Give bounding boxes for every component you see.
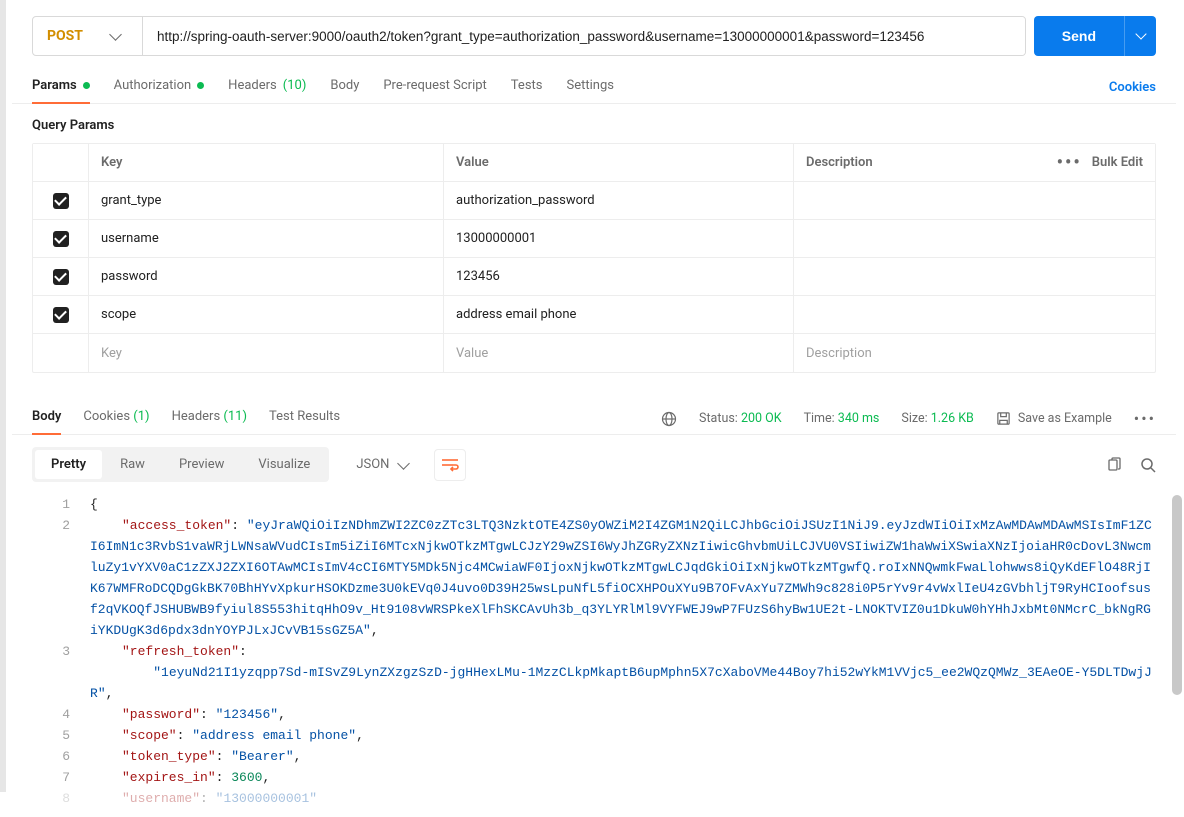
checkbox-icon[interactable] (53, 193, 69, 209)
time-label: Time: 340 ms (804, 411, 880, 426)
request-tabs: Params Authorization Headers (10) Body P… (12, 64, 1176, 104)
resp-tab-cookies[interactable]: Cookies (1) (83, 403, 149, 434)
cookies-link[interactable]: Cookies (1109, 80, 1156, 95)
tab-params[interactable]: Params (32, 72, 90, 103)
tab-tests[interactable]: Tests (511, 72, 543, 103)
left-sidebar-rail (0, 0, 6, 792)
tab-headers[interactable]: Headers (10) (228, 72, 306, 103)
disk-icon (996, 411, 1011, 426)
table-row[interactable]: password 123456 (33, 258, 1155, 296)
tab-body[interactable]: Body (330, 72, 359, 103)
tab-authorization[interactable]: Authorization (114, 72, 205, 103)
params-table: Key Value Description ••• Bulk Edit gran… (32, 143, 1156, 373)
resp-tab-test-results[interactable]: Test Results (269, 403, 340, 434)
tab-settings[interactable]: Settings (567, 72, 614, 103)
status-dot-icon (83, 82, 90, 89)
tab-prerequest-script[interactable]: Pre-request Script (383, 72, 486, 103)
checkbox-icon[interactable] (53, 307, 69, 323)
vertical-scrollbar[interactable] (1172, 495, 1182, 695)
query-params-title: Query Params (12, 104, 1176, 143)
col-value: Value (444, 144, 794, 181)
table-row-empty[interactable]: Key Value Description (33, 334, 1155, 372)
http-method-select[interactable]: POST (33, 17, 143, 55)
send-button[interactable]: Send (1034, 16, 1124, 56)
globe-icon[interactable] (661, 411, 677, 427)
view-raw[interactable]: Raw (104, 450, 161, 479)
col-description: Description (794, 144, 1045, 181)
table-row[interactable]: username 13000000001 (33, 220, 1155, 258)
copy-icon[interactable] (1106, 457, 1122, 473)
view-visualize[interactable]: Visualize (242, 450, 326, 479)
more-icon[interactable]: ••• (1134, 409, 1156, 428)
chevron-down-icon (111, 33, 121, 39)
send-button-group: Send (1034, 16, 1156, 56)
response-body-code[interactable]: 1{ 2"access_token": "eyJraWQiOiIzNDhmZWI… (12, 494, 1176, 817)
method-url-group: POST (32, 16, 1026, 56)
request-url-input[interactable] (143, 17, 1025, 55)
table-row[interactable]: grant_type authorization_password (33, 182, 1155, 220)
http-method-label: POST (47, 28, 83, 44)
params-table-header: Key Value Description ••• Bulk Edit (33, 144, 1155, 182)
status-dot-icon (197, 82, 204, 89)
view-mode-tabs: Pretty Raw Preview Visualize (32, 447, 329, 482)
response-tabs: Body Cookies (1) Headers (11) Test Resul… (12, 403, 1176, 435)
view-pretty[interactable]: Pretty (35, 450, 102, 479)
checkbox-icon[interactable] (53, 231, 69, 247)
bulk-edit-button[interactable]: Bulk Edit (1092, 155, 1143, 170)
request-bar: POST Send (12, 8, 1176, 64)
checkbox-icon[interactable] (53, 269, 69, 285)
view-preview[interactable]: Preview (163, 450, 240, 479)
save-as-example-button[interactable]: Save as Example (996, 411, 1112, 426)
resp-tab-body[interactable]: Body (32, 403, 61, 434)
more-icon[interactable]: ••• (1057, 152, 1082, 173)
wrap-lines-button[interactable] (434, 449, 466, 481)
col-key: Key (89, 144, 444, 181)
chevron-down-icon (1135, 28, 1146, 39)
language-select[interactable]: JSON (343, 449, 422, 480)
size-label: Size: 1.26 KB (901, 411, 973, 426)
status-label: Status: 200 OK (699, 411, 782, 426)
chevron-down-icon (399, 462, 409, 468)
send-dropdown[interactable] (1124, 16, 1156, 56)
search-icon[interactable] (1140, 457, 1156, 473)
table-row[interactable]: scope address email phone (33, 296, 1155, 334)
resp-tab-headers[interactable]: Headers (11) (172, 403, 247, 434)
response-view-bar: Pretty Raw Preview Visualize JSON (12, 435, 1176, 494)
